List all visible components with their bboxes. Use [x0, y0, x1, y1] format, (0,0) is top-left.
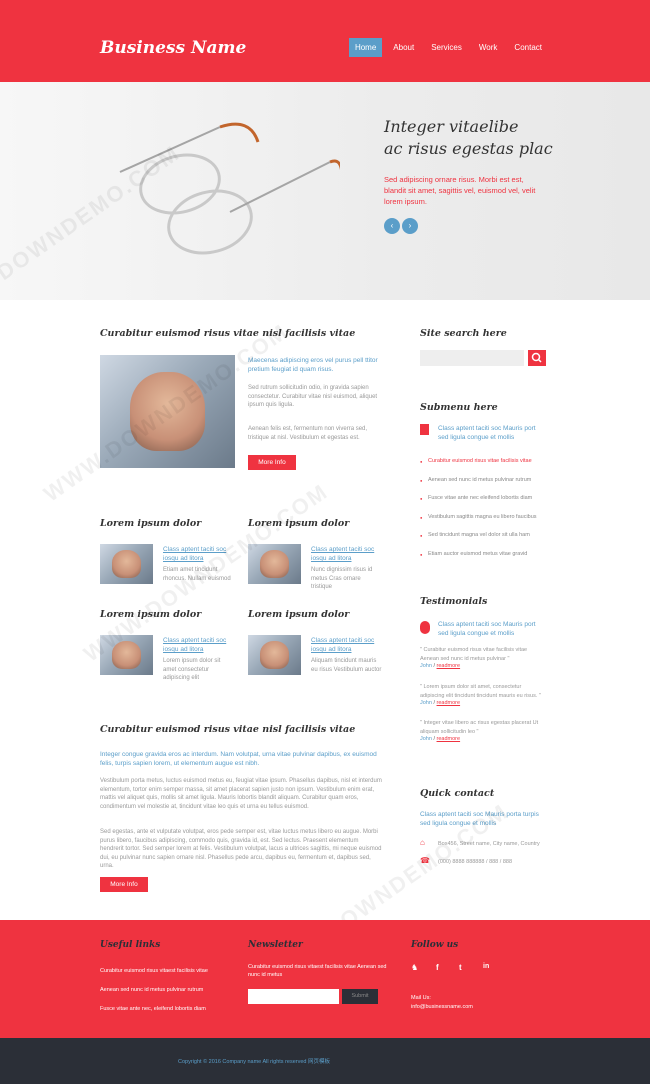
- footer: Useful links Curabitur euismod risus vit…: [0, 920, 650, 1038]
- footer-bottom-bar: Copyright © 2016 Company name All rights…: [0, 1038, 650, 1084]
- footer-links-title: Useful links: [100, 940, 161, 950]
- article-title: Curabitur euismod risus vitae nisl facil…: [100, 724, 356, 735]
- testimonials-intro: Class aptent taciti soc Mauris port sed …: [438, 621, 536, 637]
- item-link[interactable]: Class aptent taciti soc iosqu ad litora: [311, 636, 383, 654]
- feature-para1: Sed rutrum sollicitudin odio, in gravida…: [248, 385, 378, 408]
- item-title: Lorem ipsum dolor: [248, 609, 350, 620]
- chevron-right-icon: ›: [408, 221, 412, 230]
- testimonial-quote: " Lorem ipsum dolor sit amet, consectetu…: [420, 684, 541, 699]
- submenu-item[interactable]: Sed tincidunt magna vel dolor sit ulla h…: [420, 532, 550, 538]
- testimonial-author: John: [420, 700, 432, 706]
- copyright-text: Copyright © 2016 Company name All rights…: [178, 1059, 331, 1065]
- testimonial: " Integer vitae libero ac risus egestas …: [420, 719, 545, 742]
- user-icon: [420, 621, 430, 634]
- quick-contact-title: Quick contact: [420, 788, 495, 799]
- item-text: Nunc dignissim risus id metus Cras ornar…: [311, 567, 373, 590]
- feature-para2: Aenean felis est, fermentum non viverra …: [248, 426, 368, 441]
- submenu-title: Submenu here: [420, 402, 498, 413]
- newsletter-submit-button[interactable]: Submit: [342, 989, 378, 1004]
- testimonial-author: John: [420, 736, 432, 742]
- feature-title: Curabitur euismod risus vitae nisl facil…: [100, 328, 356, 339]
- follow-title: Follow us: [411, 940, 459, 950]
- feature-more-info-button[interactable]: More Info: [248, 455, 296, 470]
- item-link[interactable]: Class aptent taciti soc iosqu ad litora: [311, 545, 383, 563]
- twitter-icon[interactable]: t: [459, 963, 462, 972]
- newsletter-text: Curabitur euismod risus vitaest facilisi…: [248, 964, 387, 978]
- footer-link[interactable]: Aenean sed nunc id metus pulvinar rutrum: [100, 986, 203, 994]
- item-link[interactable]: Class aptent taciti soc iosqu ad litora: [163, 636, 235, 654]
- submenu-item[interactable]: Fusce vitae ante nec eleifend lobortis d…: [420, 495, 550, 501]
- social-icon[interactable]: ♞: [411, 963, 418, 972]
- search-icon: [531, 352, 542, 363]
- slider-next-button[interactable]: ›: [402, 218, 418, 234]
- footer-link[interactable]: Curabitur euismod risus vitaest facilisi…: [100, 967, 208, 975]
- testimonial-author: John: [420, 663, 432, 669]
- nav-about[interactable]: About: [387, 38, 420, 57]
- nav-contact[interactable]: Contact: [508, 38, 548, 57]
- testimonial-quote: " Curabitur euismod risus vitae facilisi…: [420, 647, 528, 662]
- search-title: Site search here: [420, 328, 507, 339]
- newsletter-title: Newsletter: [248, 940, 303, 950]
- main-nav: Home About Services Work Contact: [344, 38, 548, 57]
- mail-label: Mail Us:: [411, 995, 431, 1001]
- testimonial: " Lorem ipsum dolor sit amet, consectetu…: [420, 683, 545, 706]
- submenu-item[interactable]: Aenean sed nunc id metus pulvinar rutrum: [420, 477, 550, 483]
- nav-work[interactable]: Work: [473, 38, 504, 57]
- submenu-list: Curabitur euismod risus vitae facilisis …: [420, 458, 550, 569]
- testimonial-readmore-link[interactable]: readmore: [437, 663, 461, 669]
- testimonials-title: Testimonials: [420, 596, 488, 607]
- feature-lead: Maecenas adipiscing eros vel purus pell …: [248, 357, 378, 373]
- facebook-icon[interactable]: f: [436, 963, 439, 972]
- newsletter-email-input[interactable]: [248, 989, 339, 1004]
- brand-logo[interactable]: Business Name: [100, 38, 246, 58]
- hero-text: Sed adipiscing ornare risus. Morbi est e…: [384, 175, 536, 206]
- testimonial: " Curabitur euismod risus vitae facilisi…: [420, 646, 545, 669]
- submenu-item[interactable]: Curabitur euismod risus vitae facilisis …: [420, 458, 550, 464]
- linkedin-icon[interactable]: in: [483, 963, 489, 970]
- item-text: Aliquam tincidunt mauris eu risus Vestib…: [311, 658, 382, 673]
- article-para1: Vestibulum porta metus, luctus euismod m…: [100, 778, 382, 810]
- item-title: Lorem ipsum dolor: [100, 518, 202, 529]
- nav-services[interactable]: Services: [425, 38, 468, 57]
- testimonial-quote: " Integer vitae libero ac risus egestas …: [420, 720, 539, 735]
- submenu-item[interactable]: Etiam auctor euismod metus vitae gravid: [420, 551, 550, 557]
- site-search-input[interactable]: [420, 350, 524, 366]
- nav-home[interactable]: Home: [348, 38, 383, 57]
- home-icon: ⌂: [420, 838, 425, 847]
- submenu-intro: Class aptent taciti soc Mauris port sed …: [438, 425, 536, 441]
- chevron-left-icon: ‹: [390, 221, 394, 230]
- slider-prev-button[interactable]: ‹: [384, 218, 400, 234]
- item-text: Lorem ipsum dolor sit amet consectetur a…: [163, 658, 221, 681]
- item-card: Lorem ipsum dolor Class aptent taciti so…: [248, 609, 388, 679]
- testimonial-readmore-link[interactable]: readmore: [437, 700, 461, 706]
- testimonial-readmore-link[interactable]: readmore: [437, 736, 461, 742]
- item-photo: [100, 544, 153, 584]
- search-button[interactable]: [528, 350, 546, 366]
- document-icon: [420, 424, 429, 435]
- footer-link[interactable]: Fusce vitae ante nec, eleifend lobortis …: [100, 1005, 206, 1013]
- article-para2: Sed egestas, ante et vulputate volutpat,…: [100, 829, 382, 869]
- article-more-info-button[interactable]: More Info: [100, 877, 148, 892]
- hero-title: Integer vitaelibe ac risus egestas plac: [384, 116, 584, 160]
- watermark-image: WWW.DOWNDEMO.COM: [38, 318, 293, 507]
- hero-title-line2: ac risus egestas plac: [384, 139, 553, 158]
- item-photo: [248, 635, 301, 675]
- hero-title-line1: Integer vitaelibe: [384, 117, 519, 136]
- submenu-item[interactable]: Vestibulum sagittis magna eu libero fauc…: [420, 514, 550, 520]
- site-header: Business Name Home About Services Work C…: [0, 0, 650, 82]
- mail-address[interactable]: info@businessname.com: [411, 1003, 473, 1011]
- article-lead: Integer congue gravida eros ac interdum.…: [100, 751, 377, 767]
